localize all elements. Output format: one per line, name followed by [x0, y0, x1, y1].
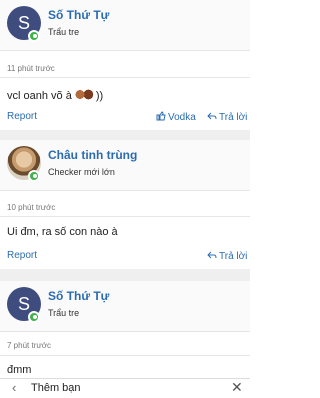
- online-status-icon: [28, 311, 40, 323]
- post-time: 11 phút trước: [7, 64, 55, 73]
- username[interactable]: Châu tinh trùng: [48, 148, 137, 162]
- reply-button[interactable]: Trả lời: [207, 250, 247, 262]
- close-icon[interactable]: ✕: [231, 379, 243, 396]
- like-label: Vodka: [168, 112, 196, 123]
- sticker-icon: [73, 88, 94, 101]
- thumbs-up-icon: [156, 111, 166, 121]
- bottom-bar-title[interactable]: Thêm bạn: [31, 382, 81, 394]
- back-chevron-icon[interactable]: ‹: [12, 380, 16, 395]
- like-button[interactable]: Vodka: [156, 111, 196, 123]
- username[interactable]: Số Thứ Tự: [48, 8, 109, 22]
- reply-label: Trả lời: [219, 112, 248, 123]
- divider: [0, 216, 250, 217]
- post-gap: [0, 130, 250, 140]
- post-header: Châu tinh trùng Checker mới lớn: [0, 140, 250, 191]
- post-content: đmm: [7, 364, 32, 376]
- reply-button[interactable]: Trả lời: [207, 111, 247, 123]
- post-actions: Report Trả lời: [0, 246, 250, 268]
- report-button[interactable]: Report: [7, 111, 37, 122]
- reply-icon: [207, 251, 217, 259]
- online-status-icon: [28, 170, 40, 182]
- user-role: Trẩu tre: [48, 27, 80, 37]
- post-content-suffix: )): [95, 90, 104, 102]
- post-3: S Số Thứ Tự Trẩu tre 7 phút trước đmm: [0, 281, 250, 378]
- post-header: S Số Thứ Tự Trẩu tre: [0, 0, 250, 51]
- post-time: 7 phút trước: [7, 341, 51, 350]
- post-actions: Report Vodka Trả lời: [0, 107, 250, 129]
- post-content: Ui đm, ra số con nào à: [7, 226, 118, 238]
- post-content-text: vcl oanh võ à: [7, 90, 72, 102]
- report-button[interactable]: Report: [7, 250, 37, 261]
- bottom-bar: ‹ Thêm bạn ✕: [0, 378, 250, 398]
- reply-icon: [207, 112, 217, 120]
- online-status-icon: [28, 30, 40, 42]
- user-role: Checker mới lớn: [48, 167, 115, 177]
- divider: [0, 77, 250, 78]
- post-header: S Số Thứ Tự Trẩu tre: [0, 281, 250, 332]
- post-content: vcl oanh võ à)): [7, 88, 103, 102]
- post-gap: [0, 269, 250, 281]
- username[interactable]: Số Thứ Tự: [48, 289, 109, 303]
- post-2: Châu tinh trùng Checker mới lớn 10 phút …: [0, 140, 250, 269]
- post-time: 10 phút trước: [7, 203, 56, 212]
- reply-label: Trả lời: [219, 251, 248, 262]
- post-1: S Số Thứ Tự Trẩu tre 11 phút trước vcl o…: [0, 0, 250, 130]
- divider: [0, 355, 250, 356]
- user-role: Trẩu tre: [48, 308, 80, 318]
